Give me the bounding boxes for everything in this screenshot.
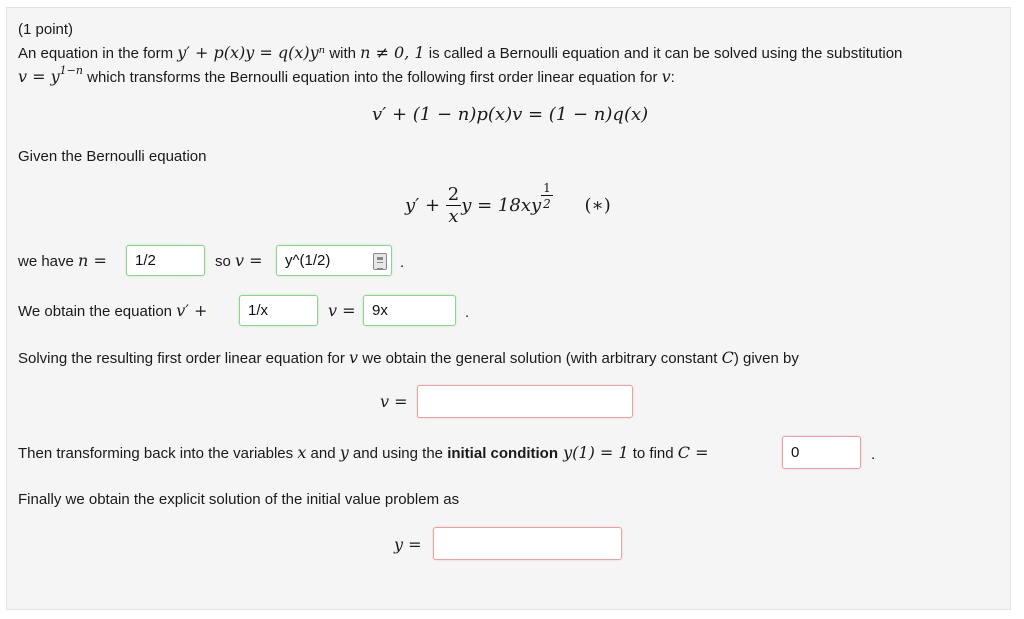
exponent-fraction: 12 [541, 181, 553, 211]
step-n-label: we have n = [18, 251, 107, 270]
equation-editor-icon[interactable] [373, 253, 387, 270]
general-solution-label: v = [380, 392, 408, 411]
coefficient-input[interactable] [239, 295, 318, 326]
rhs-input[interactable] [363, 295, 456, 326]
v-equals-label: v = [328, 301, 356, 320]
transform-text: Then transforming back into the variable… [18, 443, 709, 462]
explicit-solution-label: y = [394, 535, 422, 554]
bernoulli-equation: y′ + 2xy = 18xy 1 2 (∗) [405, 181, 611, 227]
n-answer-input[interactable] [126, 245, 205, 276]
step-eq-label: We obtain the equation v′ + [18, 301, 208, 320]
explicit-solution-input[interactable] [433, 527, 622, 560]
problem-panel: (1 point) An equation in the form y′ + p… [6, 7, 1011, 610]
general-solution-input[interactable] [417, 385, 633, 418]
substitution: v = y [18, 67, 60, 86]
solving-text: Solving the resulting first order linear… [18, 348, 799, 367]
finally-label: Finally we obtain the explicit solution … [18, 491, 460, 508]
points-label: (1 point) [18, 21, 74, 38]
equation-tag: (∗) [584, 195, 611, 216]
given-label: Given the Bernoulli equation [18, 148, 207, 165]
fraction: 2x [445, 184, 462, 227]
bernoulli-form: y′ + p(x)y = q(x)yⁿ [177, 43, 326, 62]
constant-c-input[interactable] [782, 436, 861, 469]
intro-line-1: An equation in the form y′ + p(x)y = q(x… [18, 43, 903, 62]
linear-equation: v′ + (1 − n)p(x)v = (1 − n)q(x) [372, 104, 649, 125]
n-condition: n ≠ 0, 1 [360, 43, 425, 62]
intro-line-2: v = y1−n which transforms the Bernoulli … [18, 64, 675, 86]
so-v-label: so v = [215, 251, 263, 270]
